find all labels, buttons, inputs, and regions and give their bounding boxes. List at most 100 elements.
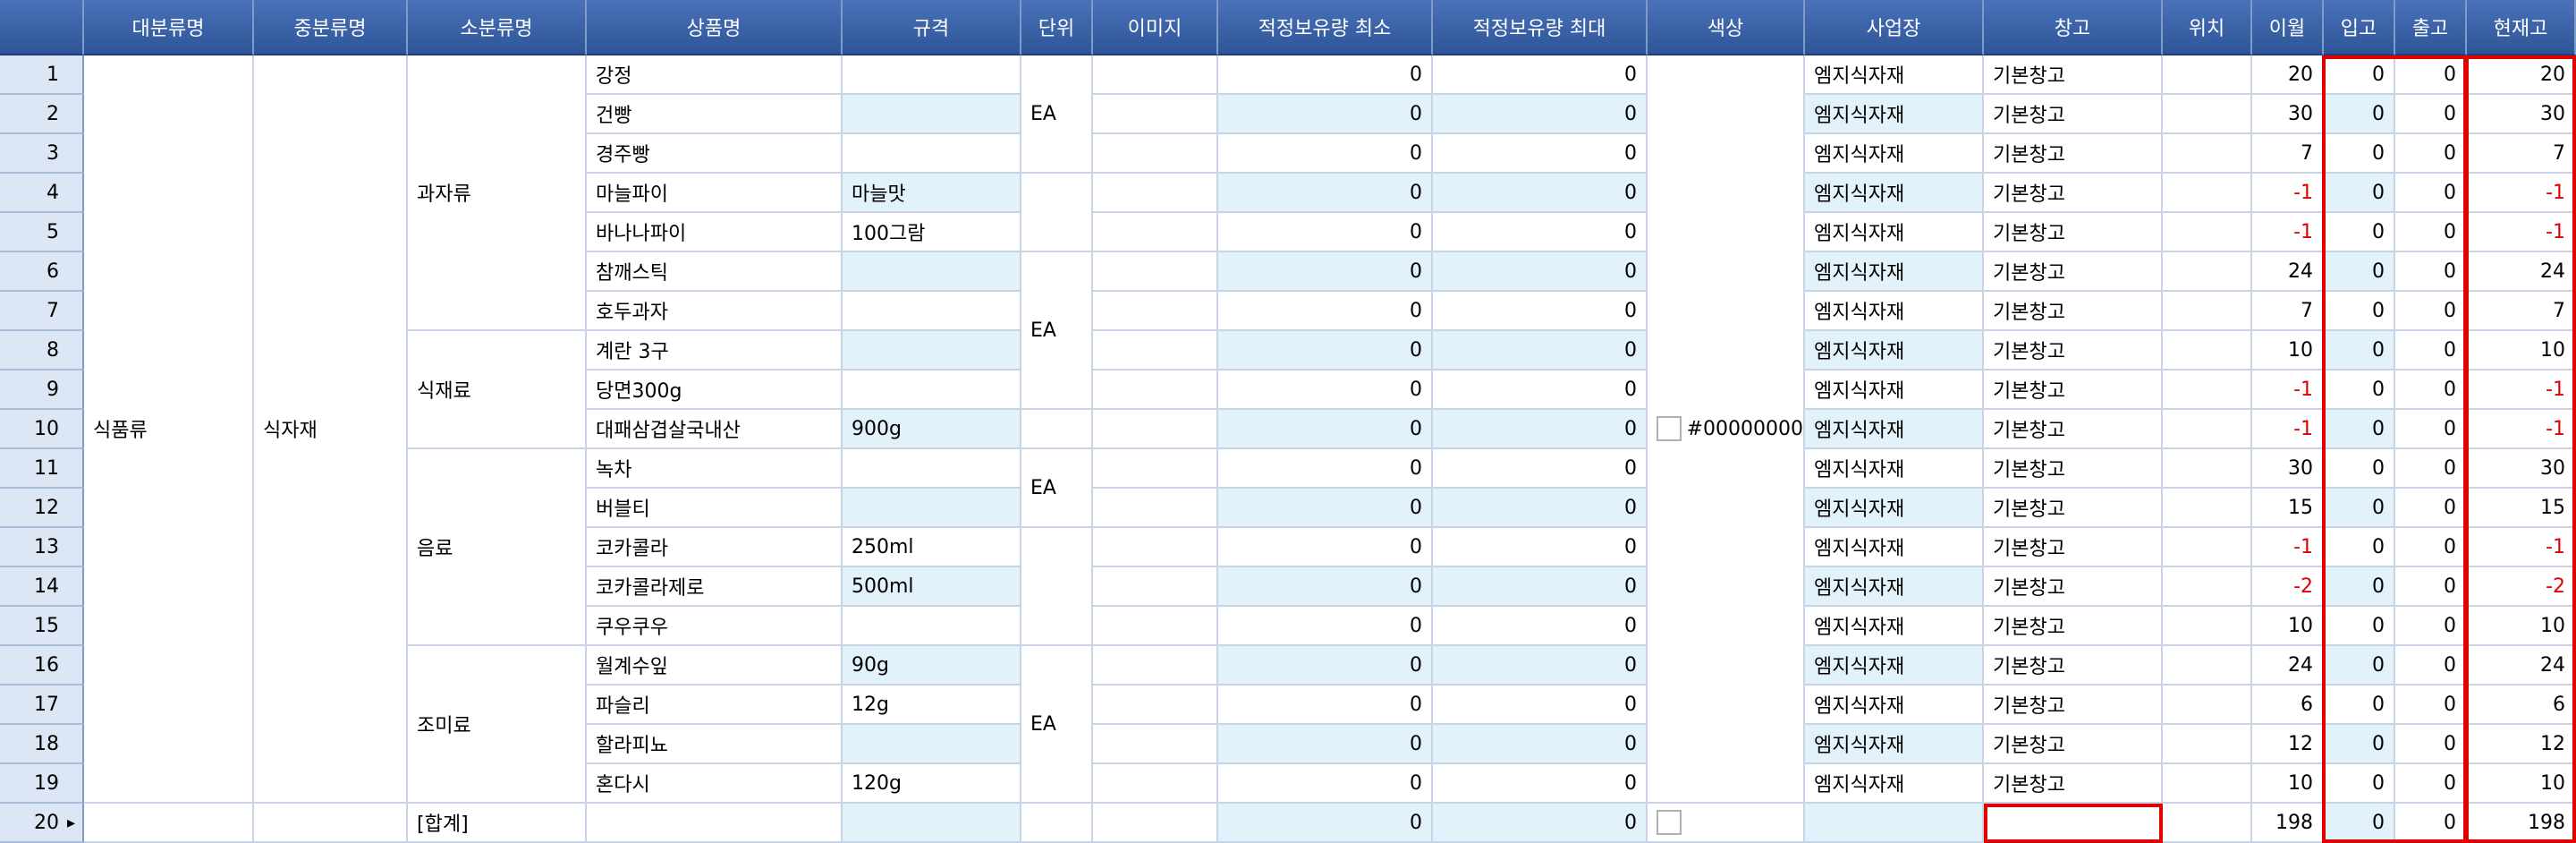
total-color-swatch-icon[interactable] [1657, 810, 1682, 835]
spec-cell[interactable] [843, 95, 1021, 134]
warehouse-cell[interactable]: 기본창고 [1984, 764, 2163, 804]
max-stock-cell[interactable]: 0 [1433, 449, 1648, 489]
product-name-cell[interactable]: 월계수잎 [587, 646, 843, 685]
site-cell[interactable]: 엠지식자재 [1805, 410, 1984, 449]
max-stock-cell[interactable]: 0 [1433, 252, 1648, 292]
current-stock-cell[interactable]: -1 [2467, 370, 2576, 410]
site-cell[interactable]: 엠지식자재 [1805, 607, 1984, 646]
unit-cell[interactable]: EA [1021, 449, 1093, 528]
location-cell[interactable] [2163, 449, 2252, 489]
outbound-cell[interactable]: 0 [2395, 567, 2467, 607]
carryover-cell[interactable]: 10 [2252, 607, 2324, 646]
spec-cell[interactable] [843, 331, 1021, 370]
inbound-cell[interactable]: 0 [2324, 410, 2395, 449]
current-stock-cell[interactable]: 10 [2467, 607, 2576, 646]
total-name-cell[interactable] [587, 804, 843, 843]
image-cell[interactable] [1093, 252, 1218, 292]
inbound-cell[interactable]: 0 [2324, 725, 2395, 764]
current-stock-cell[interactable]: 7 [2467, 292, 2576, 331]
image-cell[interactable] [1093, 528, 1218, 567]
product-name-cell[interactable]: 파슬리 [587, 685, 843, 725]
warehouse-cell[interactable]: 기본창고 [1984, 95, 2163, 134]
min-stock-cell[interactable]: 0 [1218, 292, 1433, 331]
outbound-cell[interactable]: 0 [2395, 213, 2467, 252]
row-header[interactable]: 13 [0, 528, 84, 567]
row-header[interactable]: 5 [0, 213, 84, 252]
warehouse-cell[interactable]: 기본창고 [1984, 213, 2163, 252]
warehouse-cell[interactable]: 기본창고 [1984, 567, 2163, 607]
outbound-cell[interactable]: 0 [2395, 55, 2467, 95]
current-stock-cell[interactable]: 10 [2467, 331, 2576, 370]
total-middle-cell[interactable] [254, 804, 408, 843]
product-name-cell[interactable]: 쿠우쿠우 [587, 607, 843, 646]
spec-cell[interactable]: 12g [843, 685, 1021, 725]
color-swatch-icon[interactable] [1657, 416, 1682, 441]
color-cell[interactable]: #00000000 [1648, 55, 1805, 804]
min-stock-cell[interactable]: 0 [1218, 449, 1433, 489]
carryover-cell[interactable]: -1 [2252, 213, 2324, 252]
site-cell[interactable]: 엠지식자재 [1805, 646, 1984, 685]
min-stock-cell[interactable]: 0 [1218, 489, 1433, 528]
product-name-cell[interactable]: 경주빵 [587, 134, 843, 174]
max-stock-cell[interactable]: 0 [1433, 370, 1648, 410]
min-stock-cell[interactable]: 0 [1218, 134, 1433, 174]
min-stock-cell[interactable]: 0 [1218, 685, 1433, 725]
carryover-cell[interactable]: 7 [2252, 292, 2324, 331]
warehouse-cell[interactable]: 기본창고 [1984, 489, 2163, 528]
inbound-cell[interactable]: 0 [2324, 95, 2395, 134]
total-inbound-cell[interactable]: 0 [2324, 804, 2395, 843]
current-stock-cell[interactable]: 24 [2467, 646, 2576, 685]
total-major-cell[interactable] [84, 804, 254, 843]
header-col-carry[interactable]: 이월 [2252, 0, 2324, 55]
row-header-total[interactable]: 20 ▸ [0, 804, 84, 843]
row-header[interactable]: 19 [0, 764, 84, 804]
carryover-cell[interactable]: 7 [2252, 134, 2324, 174]
row-header[interactable]: 3 [0, 134, 84, 174]
image-cell[interactable] [1093, 134, 1218, 174]
row-header[interactable]: 7 [0, 292, 84, 331]
row-header[interactable]: 17 [0, 685, 84, 725]
carryover-cell[interactable]: 15 [2252, 489, 2324, 528]
header-col-middle[interactable]: 중분류명 [254, 0, 408, 55]
location-cell[interactable] [2163, 134, 2252, 174]
row-header[interactable]: 8 [0, 331, 84, 370]
minor-category-cell[interactable]: 음료 [408, 449, 587, 646]
carryover-cell[interactable]: 24 [2252, 252, 2324, 292]
min-stock-cell[interactable]: 0 [1218, 174, 1433, 213]
max-stock-cell[interactable]: 0 [1433, 134, 1648, 174]
total-spec-cell[interactable] [843, 804, 1021, 843]
warehouse-cell[interactable]: 기본창고 [1984, 449, 2163, 489]
site-cell[interactable]: 엠지식자재 [1805, 213, 1984, 252]
outbound-cell[interactable]: 0 [2395, 449, 2467, 489]
current-stock-cell[interactable]: 10 [2467, 764, 2576, 804]
unit-cell[interactable] [1021, 174, 1093, 252]
site-cell[interactable]: 엠지식자재 [1805, 528, 1984, 567]
outbound-cell[interactable]: 0 [2395, 134, 2467, 174]
max-stock-cell[interactable]: 0 [1433, 410, 1648, 449]
outbound-cell[interactable]: 0 [2395, 95, 2467, 134]
max-stock-cell[interactable]: 0 [1433, 567, 1648, 607]
location-cell[interactable] [2163, 489, 2252, 528]
product-name-cell[interactable]: 버블티 [587, 489, 843, 528]
product-name-cell[interactable]: 당면300g [587, 370, 843, 410]
warehouse-cell[interactable]: 기본창고 [1984, 528, 2163, 567]
max-stock-cell[interactable]: 0 [1433, 489, 1648, 528]
min-stock-cell[interactable]: 0 [1218, 646, 1433, 685]
unit-cell[interactable]: EA [1021, 646, 1093, 804]
row-header[interactable]: 12 [0, 489, 84, 528]
product-name-cell[interactable]: 호두과자 [587, 292, 843, 331]
major-category-cell[interactable]: 식품류 [84, 55, 254, 804]
site-cell[interactable]: 엠지식자재 [1805, 252, 1984, 292]
warehouse-cell[interactable]: 기본창고 [1984, 55, 2163, 95]
outbound-cell[interactable]: 0 [2395, 331, 2467, 370]
image-cell[interactable] [1093, 370, 1218, 410]
product-name-cell[interactable]: 참깨스틱 [587, 252, 843, 292]
outbound-cell[interactable]: 0 [2395, 252, 2467, 292]
outbound-cell[interactable]: 0 [2395, 685, 2467, 725]
location-cell[interactable] [2163, 567, 2252, 607]
spec-cell[interactable]: 250ml [843, 528, 1021, 567]
header-col-out[interactable]: 출고 [2395, 0, 2467, 55]
spec-cell[interactable]: 120g [843, 764, 1021, 804]
max-stock-cell[interactable]: 0 [1433, 685, 1648, 725]
location-cell[interactable] [2163, 764, 2252, 804]
